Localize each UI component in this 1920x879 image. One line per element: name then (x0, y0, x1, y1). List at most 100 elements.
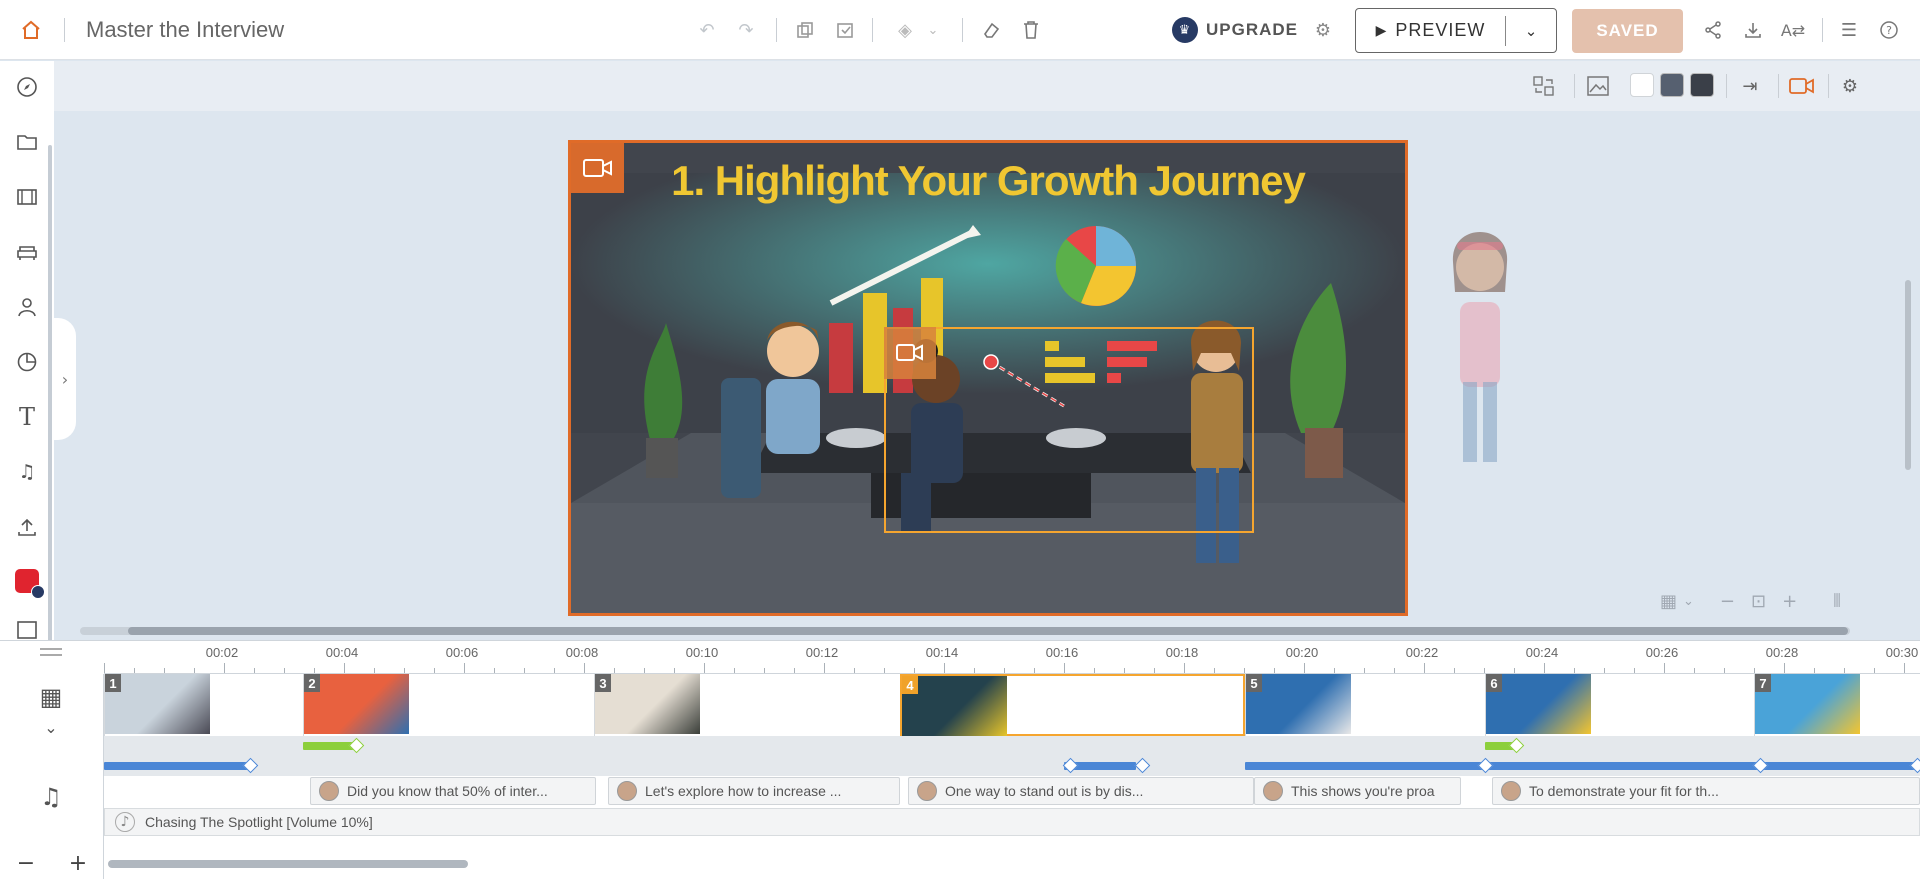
panel-toggle-icon[interactable]: ⫴ (1833, 591, 1841, 612)
scene-clip[interactable]: 7 (1754, 674, 1920, 736)
canvas-horizontal-scrollbar[interactable] (80, 627, 1850, 635)
folder-icon[interactable] (14, 129, 40, 155)
timeline-zoom-out-icon[interactable]: − (17, 851, 35, 876)
camera-keyframe[interactable] (1752, 757, 1769, 774)
fit-screen-icon[interactable]: ⊡ (1751, 591, 1766, 612)
scene-clip[interactable]: 2 (303, 674, 594, 736)
voiceover-clip[interactable]: This shows you're proa (1254, 777, 1461, 805)
upload-icon[interactable] (14, 514, 40, 540)
grid-chevron-down-icon[interactable]: ⌄ (1683, 594, 1694, 609)
scene-grid-icon[interactable]: ▦ (36, 682, 66, 712)
undo-icon[interactable]: ↶ (694, 18, 720, 42)
scene-number: 1 (105, 674, 121, 692)
ruler-label: 00:18 (1165, 645, 1199, 660)
scene-clip[interactable]: 6 (1485, 674, 1754, 736)
camera-keyframe[interactable] (1477, 757, 1494, 774)
text-icon[interactable]: T (14, 403, 40, 431)
enter-icon[interactable]: ⇥ (1736, 73, 1764, 99)
stage-camera-icon[interactable] (571, 143, 624, 193)
upgrade-button[interactable]: ♛ UPGRADE (1172, 16, 1298, 44)
help-icon[interactable]: ? (1876, 18, 1902, 42)
preview-main[interactable]: ▶ PREVIEW (1356, 15, 1506, 46)
ruler-tick (1814, 668, 1815, 673)
timeline-zoom-in-icon[interactable]: + (69, 851, 87, 876)
download-icon[interactable] (1740, 18, 1766, 42)
canvas-settings-gear-icon[interactable]: ⚙ (1836, 73, 1864, 99)
swatch-white[interactable] (1630, 73, 1654, 97)
zoom-in-icon[interactable]: + (1782, 591, 1797, 612)
redo-icon[interactable]: ↷ (733, 18, 759, 42)
offstage-character[interactable] (1445, 222, 1515, 474)
sidebar-expand-chevron-icon[interactable]: › (54, 318, 76, 440)
ruler-tick (584, 663, 585, 673)
project-title[interactable]: Master the Interview (86, 17, 284, 43)
scene-clip[interactable]: 4 (900, 674, 1245, 736)
ruler-tick (1724, 668, 1725, 673)
camera-keyframe[interactable] (1062, 757, 1079, 774)
props-icon[interactable] (14, 239, 40, 265)
preview-dropdown-icon[interactable]: ⌄ (1506, 22, 1556, 40)
scroll-thumb[interactable] (128, 627, 1848, 635)
expand-chevron-down-icon[interactable]: ⌄ (36, 712, 66, 742)
compass-icon[interactable] (14, 74, 40, 100)
scene-clip[interactable]: 3 (594, 674, 900, 736)
ruler-tick (314, 668, 315, 673)
divider (872, 18, 873, 42)
voiceover-clip[interactable]: To demonstrate your fit for th... (1492, 777, 1920, 805)
character-icon[interactable] (14, 294, 40, 320)
eraser-icon[interactable] (978, 18, 1004, 42)
grid-icon[interactable]: ▦ (1660, 591, 1677, 612)
voice-avatar-icon (617, 781, 637, 801)
voiceover-clip[interactable]: Did you know that 50% of inter... (310, 777, 596, 805)
background-image-icon[interactable] (1584, 73, 1612, 99)
swap-icon[interactable] (1530, 73, 1558, 99)
notes-icon[interactable]: ☰ (1836, 18, 1862, 42)
camera-selection-frame[interactable] (884, 327, 1254, 533)
gear-icon[interactable]: ⚙ (1310, 18, 1336, 42)
trash-icon[interactable] (1018, 18, 1044, 42)
ruler-tick (404, 668, 405, 673)
canvas-vertical-scrollbar[interactable] (1905, 280, 1911, 470)
music-icon[interactable]: ♫ (14, 459, 40, 485)
saved-button[interactable]: SAVED (1572, 9, 1683, 53)
time-ruler[interactable]: 00:02 00:04 00:06 00:08 00:10 00:12 00:14 00:16… (104, 642, 1920, 674)
home-icon[interactable] (18, 18, 44, 42)
swatch-slate[interactable] (1660, 73, 1684, 97)
timeline-scroll-thumb[interactable] (108, 860, 468, 868)
camera-bar[interactable] (1245, 762, 1920, 770)
scene-clip[interactable]: 5 (1245, 674, 1485, 736)
camera-icon[interactable] (1788, 73, 1816, 99)
voiceover-clip[interactable]: One way to stand out is by dis... (908, 777, 1254, 805)
app-plugin-icon[interactable] (14, 568, 45, 599)
scene-title-text[interactable]: 1. Highlight Your Growth Journey (571, 157, 1405, 205)
share-icon[interactable] (1700, 18, 1726, 42)
camera-keyframe[interactable] (242, 757, 259, 774)
film-icon[interactable] (14, 184, 40, 210)
zoom-out-icon[interactable]: − (1720, 591, 1735, 612)
layers-icon[interactable]: ◈ (892, 18, 918, 42)
audio-track-music-icon[interactable]: ♫ (36, 782, 66, 812)
paste-icon[interactable] (832, 18, 858, 42)
camera-keyframe[interactable] (1134, 757, 1151, 774)
voiceover-clip[interactable]: Let's explore how to increase ... (608, 777, 900, 805)
transition-keyframe[interactable] (1508, 737, 1525, 754)
transition-keyframe[interactable] (348, 737, 365, 754)
timeline-scrollbar[interactable] (104, 858, 1920, 870)
selected-camera-icon[interactable] (884, 327, 936, 379)
ruler-tick (914, 668, 915, 673)
copy-icon[interactable] (792, 18, 818, 42)
image-icon[interactable] (14, 621, 40, 639)
timeline-resize-handle[interactable] (40, 648, 62, 656)
preview-button[interactable]: ▶ PREVIEW ⌄ (1355, 8, 1557, 53)
chart-icon[interactable] (14, 349, 40, 375)
camera-keyframe[interactable] (1909, 757, 1920, 774)
sidebar-scrollbar[interactable] (48, 145, 52, 685)
music-clip[interactable]: ♪ Chasing The Spotlight [Volume 10%] (104, 808, 1920, 836)
divider (962, 18, 963, 42)
translate-icon[interactable]: A⇄ (1780, 18, 1806, 42)
transition-bar[interactable] (303, 742, 355, 750)
camera-bar[interactable] (104, 762, 250, 770)
scene-clip[interactable]: 1 (104, 674, 303, 736)
swatch-dark[interactable] (1690, 73, 1714, 97)
chevron-down-icon[interactable]: ⌄ (920, 18, 946, 42)
